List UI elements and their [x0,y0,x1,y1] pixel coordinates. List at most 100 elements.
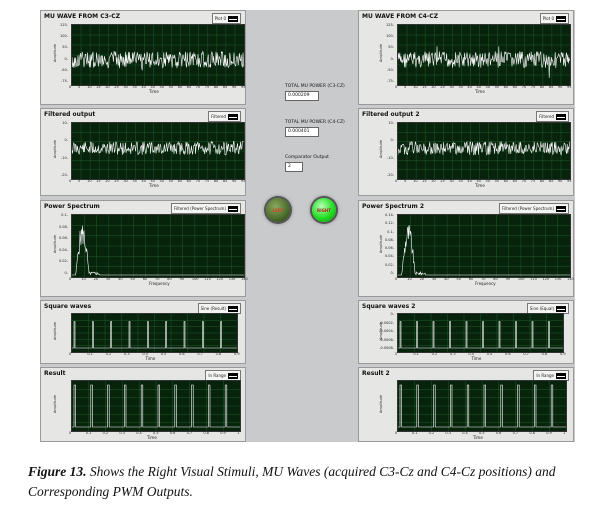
x-tick-label: 25 [114,85,119,89]
y-tick-label: 0.04- [58,247,68,252]
x-tick-label: 25 [440,85,445,89]
legend-line-icon [228,205,238,212]
x-tick-label: 20 [105,85,110,89]
x-tick-label: 0 [69,352,72,356]
x-tick-label: 50 [159,85,164,89]
x-tick-label: 50 [485,85,490,89]
x-tick-label: 40 [118,277,123,281]
x-tick-label: 10 [87,179,92,183]
x-tick-label: 20 [431,179,436,183]
x-tick-label: 0.5 [160,352,167,356]
x-tick-label: 140 [241,277,248,281]
graph-panel: Filtered output 2 Filtered Amplitude 10- 0- -… [358,108,574,196]
total-mu-power-c4-label: TOTAL MU POWER (C4-CZ) [285,120,345,125]
graph-panel: Result In Range Amplitude 0 0.1 0.2 0.3 0.4 0.5 0… [40,367,246,442]
x-tick-label: 1 [563,431,566,435]
plot-legend-label: Filtered [211,114,226,119]
plot-area [71,122,245,180]
x-tick-label: 15 [422,85,427,89]
x-tick-label: 30 [123,179,128,183]
plot-legend[interactable]: Filtered (Power Spectrum) [499,203,569,214]
x-tick-label: 0 [69,431,72,435]
y-tick-label: 125- [60,23,68,27]
graph-panel: Power Spectrum Filtered (Power Spectrum) A… [40,200,248,297]
graph-svg [398,123,570,179]
x-tick-label: 1 [237,431,240,435]
x-tick-label: 85 [222,179,228,183]
graph-svg [72,314,237,352]
plot-legend-label: Filtered (Power Spectrum) [502,206,554,211]
y-tick-label: 0- [390,312,395,316]
total-mu-power-c3: TOTAL MU POWER (C3-CZ) 0.000209 [285,84,345,101]
x-tick-label: 60 [177,85,183,89]
left-led: LEFT [266,198,290,222]
graph-svg [72,381,240,431]
plot-legend-label: Plot 0 [214,16,226,21]
x-tick-label: 75 [530,85,536,89]
x-tick-label: 35 [132,85,137,89]
graph-title: Power Spectrum 2 [362,203,425,210]
x-axis-label: Time [145,356,156,361]
x-tick-label: 120 [542,277,550,281]
y-axis-label: Amplitude [379,395,383,413]
legend-line-icon [556,372,566,379]
y-axis-label: Amplitude [53,140,57,158]
x-tick-label: 30 [449,85,454,89]
y-tick-label: 0- [390,138,395,143]
x-tick-label: 10 [407,277,412,281]
y-tick-label: -0.0006- [379,337,394,342]
x-tick-label: 0.1 [411,431,418,435]
y-tick-label: 0.08- [58,224,68,229]
plot-area [397,380,567,432]
plot-legend[interactable]: Plot 0 [539,13,569,24]
y-axis-label: Amplitude [53,44,57,62]
y-tick-label: 125- [386,23,394,27]
x-tick-label: 15 [422,179,427,183]
y-tick-label: 0.1- [387,229,394,234]
signal-trace [72,50,244,71]
x-tick-label: 0 [69,85,72,89]
y-tick-label: 0.06- [58,236,68,241]
x-tick-label: 50 [159,179,164,183]
x-tick-label: 85 [222,85,228,89]
legend-line-icon [556,205,566,212]
x-tick-label: 0.4 [462,431,468,435]
x-tick-label: 0.1 [85,431,92,435]
x-tick-label: 0.6 [505,352,511,356]
plot-legend[interactable]: Filtered [208,111,241,122]
x-tick-label: 0.3 [445,431,451,435]
x-tick-label: 0.9 [234,352,240,356]
graph-panel: Filtered output Filtered Amplitude 10- 0- -10… [40,108,246,196]
x-axis-label: Time [475,183,485,188]
x-axis-label: Time [471,356,482,361]
x-tick-label: 0.2 [105,352,112,356]
x-tick-label: 70 [521,179,527,183]
x-tick-label: 110 [530,277,537,281]
x-tick-label: 70 [195,179,201,183]
graph-svg [398,314,563,352]
graph-svg [72,215,244,277]
x-axis-label: Frequency [149,281,170,286]
graph-title: Result 2 [362,370,390,377]
x-tick-label: 130 [228,277,236,281]
graph-title: Square waves 2 [362,303,416,310]
plot-legend[interactable]: Plot 0 [211,13,241,24]
y-tick-label: 0.1- [61,213,68,217]
x-tick-label: 10 [413,85,418,89]
graph-panel: Square waves Sine (Result) Amplitude 0 0.1 0.… [40,300,246,364]
plot-legend[interactable]: Filtered (Power Spectrum) [171,203,241,214]
x-tick-label: 90 [557,85,563,89]
plot-legend-label: Sine (Result) [200,306,226,311]
x-tick-label: 70 [195,85,201,89]
x-tick-label: 0.7 [512,431,519,435]
x-tick-label: 130 [554,277,562,281]
y-tick-label: 0.02- [58,259,68,264]
x-tick-label: 10 [81,277,86,281]
plot-legend[interactable]: Filtered [536,111,569,122]
x-tick-label: 60 [177,179,183,183]
plot-area [71,380,241,432]
x-tick-label: 0.9 [546,431,552,435]
x-tick-label: 0.3 [124,352,130,356]
y-tick-label: 0.04- [384,254,394,259]
x-tick-label: 0.4 [136,431,142,435]
